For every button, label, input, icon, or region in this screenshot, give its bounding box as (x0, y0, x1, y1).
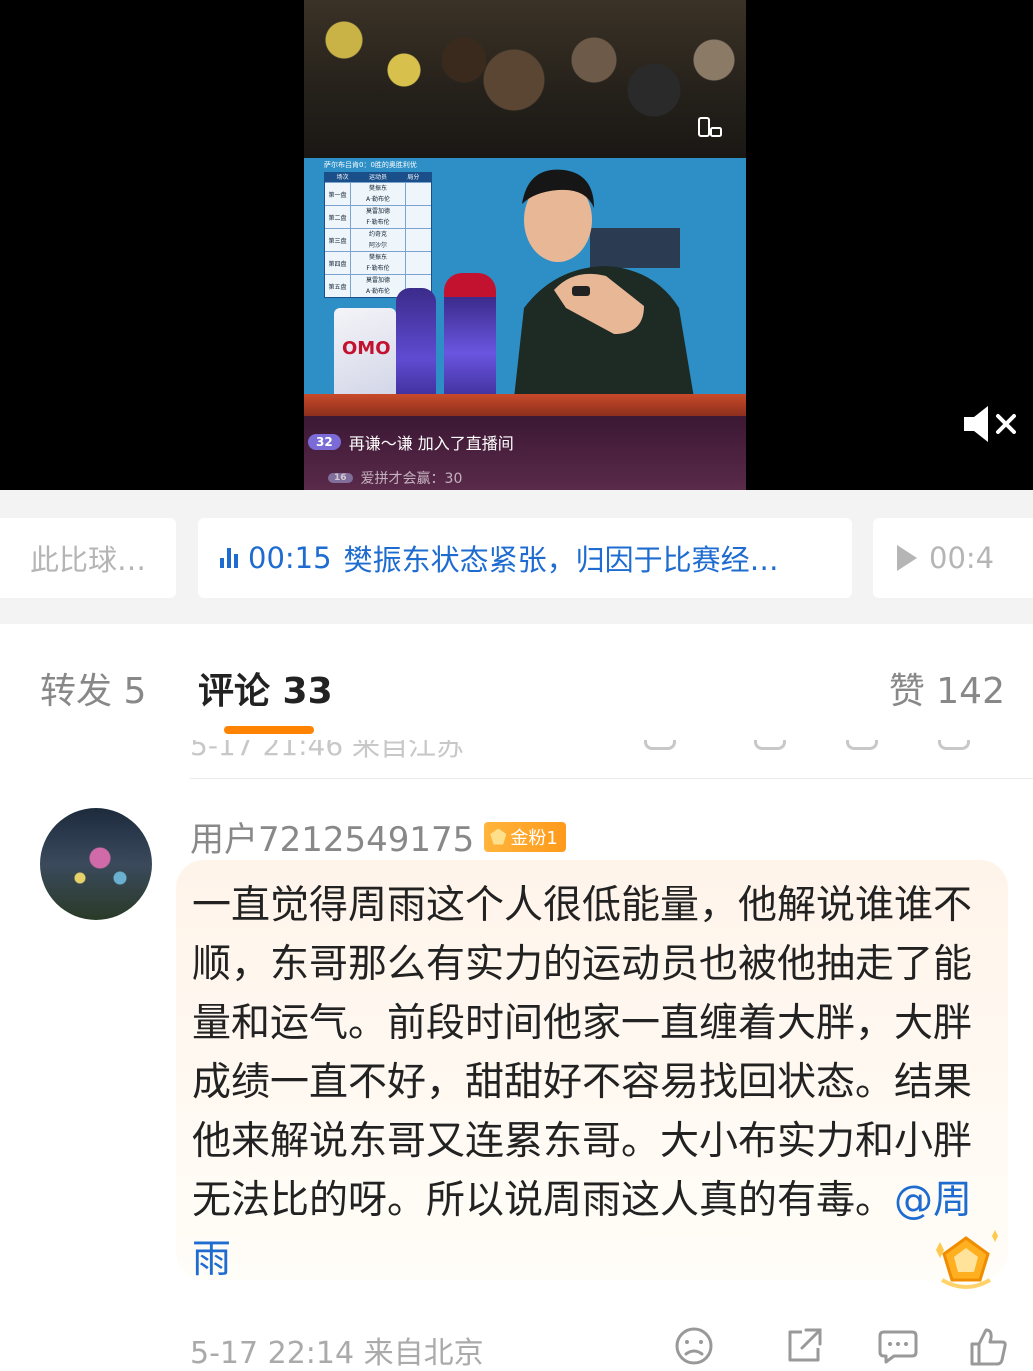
fan-badge[interactable]: 金粉1 (484, 821, 566, 852)
chapter-time: 00:15 (248, 541, 332, 575)
lineup-score (405, 229, 431, 251)
chapter-text: 此比球… (30, 543, 147, 577)
comment-footer: 5-17 22:14 来自北京 (190, 1327, 1033, 1371)
previous-comment-footer: 5-17 21:46 来自江苏 (0, 740, 1033, 780)
dislike-face-icon[interactable] (672, 1324, 716, 1368)
like-icon[interactable] (966, 1324, 1010, 1368)
chapter-chip-active[interactable]: 00:15 樊振东状态紧张，归因于比赛经… (198, 518, 852, 598)
lineup-header-player: 运动员 (368, 174, 387, 181)
chapter-chip-next[interactable]: 00:4 (873, 518, 1033, 598)
tab-likes[interactable]: 赞 142 (889, 662, 1005, 714)
lineup-player: F·勒布伦 (366, 219, 390, 226)
level-badge: 16 (328, 473, 353, 483)
chat-join-text: 再谦～谦 加入了直播间 (348, 434, 514, 453)
lineup-header-score: 局分 (407, 174, 420, 181)
broadcast-header: 萨尔布吕肯0：0胜的奥胜利优 (324, 161, 417, 169)
lineup-player: 莫雷加德 (365, 277, 390, 284)
comment-body: 一直觉得周雨这个人很低能量，他解说谁谁不顺，东哥那么有实力的运动员也被他抽走了能… (192, 876, 982, 1289)
tab-repost[interactable]: 转发 5 (40, 662, 146, 714)
like-icon[interactable] (938, 740, 970, 750)
lineup-round: 第二盘 (325, 206, 351, 228)
lineup-player: A·勒布伦 (365, 196, 390, 203)
lineup-header-round: 场次 (336, 174, 349, 181)
share-icon[interactable] (754, 740, 786, 750)
lineup-player: 樊振东 (368, 185, 387, 192)
chapter-strip: 此比球… 00:15 樊振东状态紧张，归因于比赛经… 00:4 (0, 490, 1033, 624)
lineup-round: 第四盘 (325, 252, 351, 274)
chapter-text: 樊振东状态紧张，归因于比赛经… (343, 543, 779, 577)
lineup-row: 第四盘 樊振东 F·勒布伦 (325, 251, 431, 274)
comment-header: 用户7212549175 金粉1 (190, 812, 566, 861)
live-chat-overlay: 32 再谦～谦 加入了直播间 16 爱拼才会赢：30 (304, 416, 746, 490)
tab-bar: 转发 5 评论 33 赞 142 (0, 624, 1033, 740)
gem-icon (490, 828, 507, 845)
chapter-chip-prev[interactable]: 此比球… (0, 518, 176, 598)
share-icon[interactable] (782, 1324, 826, 1368)
lineup-score (405, 183, 431, 205)
video-player[interactable]: 萨尔布吕肯0：0胜的奥胜利优 场次 运动员 局分 第一盘 樊振东 A·勒布伦 第二… (0, 0, 1033, 490)
lineup-round: 第五盘 (325, 275, 351, 297)
lineup-player: 樊振东 (368, 254, 387, 261)
product-bag (334, 308, 396, 406)
lineup-player: 约奇克 (368, 231, 387, 238)
lineup-score (405, 252, 431, 274)
lineup-row: 第一盘 樊振东 A·勒布伦 (325, 182, 431, 205)
mute-icon[interactable] (960, 402, 1020, 446)
lineup-table: 场次 运动员 局分 第一盘 樊振东 A·勒布伦 第二盘 莫雷加德 F·勒布伦 第三盘… (324, 172, 432, 298)
product-bottle (396, 288, 436, 406)
tab-comments[interactable]: 评论 33 (198, 662, 333, 714)
product-bottle (444, 273, 496, 406)
desk (304, 394, 746, 416)
rotate-screen-icon[interactable] (696, 114, 724, 142)
comment-item: 用户7212549175 金粉1 一直觉得周雨这个人很低能量，他解说谁谁不顺，东… (0, 780, 1033, 1371)
lineup-header: 场次 运动员 局分 (325, 173, 431, 182)
dislike-face-icon[interactable] (644, 740, 676, 750)
lineup-row: 第三盘 约奇克阿沙尔 (325, 228, 431, 251)
comment-bubble: 一直觉得周雨这个人很低能量，他解说谁谁不顺，东哥那么有实力的运动员也被他抽走了能… (176, 860, 1008, 1289)
lineup-player: 阿沙尔 (368, 242, 387, 249)
broadcast-scene: 萨尔布吕肯0：0胜的奥胜利优 场次 运动员 局分 第一盘 樊振东 A·勒布伦 第二… (304, 158, 746, 416)
crowd-scene-image (304, 0, 746, 160)
lineup-player: F·勒布伦 (366, 265, 390, 272)
level-badge: 32 (308, 434, 341, 450)
divider (190, 778, 1033, 779)
reply-icon[interactable] (876, 1324, 920, 1368)
chat-message-row: 16 爱拼才会赢：30 (328, 468, 462, 488)
presenter-figure (514, 169, 694, 398)
play-icon (897, 545, 917, 571)
avatar[interactable] (40, 808, 152, 920)
username[interactable]: 用户7212549175 (190, 812, 474, 861)
lineup-score (405, 206, 431, 228)
fan-badge-label: 金粉1 (510, 827, 558, 849)
comment-meta: 5-17 22:14 来自北京 (190, 1336, 484, 1371)
lineup-player: 莫雷加德 (365, 208, 390, 215)
gold-medal-icon (936, 1230, 998, 1289)
lineup-row: 第二盘 莫雷加德 F·勒布伦 (325, 205, 431, 228)
chat-join-row: 32 再谦～谦 加入了直播间 (308, 430, 514, 454)
previous-comment-meta: 5-17 21:46 来自江苏 (190, 740, 465, 762)
video-frame[interactable]: 萨尔布吕肯0：0胜的奥胜利优 场次 运动员 局分 第一盘 樊振东 A·勒布伦 第二… (304, 0, 746, 490)
comment-text: 一直觉得周雨这个人很低能量，他解说谁谁不顺，东哥那么有实力的运动员也被他抽走了能… (192, 883, 973, 1223)
lineup-round: 第一盘 (325, 183, 351, 205)
bars-icon (220, 548, 238, 568)
reply-icon[interactable] (846, 740, 878, 750)
active-tab-indicator (224, 726, 314, 734)
lineup-round: 第三盘 (325, 229, 351, 251)
chapter-time: 00:4 (929, 541, 995, 575)
chat-message-text: 爱拼才会赢：30 (360, 471, 463, 487)
